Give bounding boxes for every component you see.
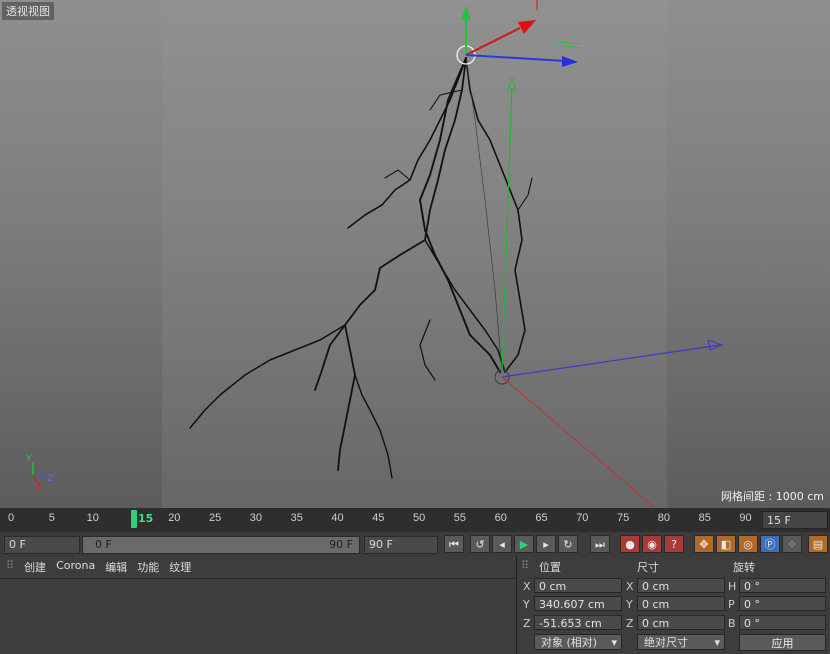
timeline-tick-label: 85 <box>698 512 711 524</box>
coordinate-mode-value: 对象 (相对) <box>541 636 598 649</box>
prev-keyframe-button[interactable]: ↺ <box>470 535 490 553</box>
rotation-p-field[interactable]: 0 ° <box>739 596 826 611</box>
playhead-marker[interactable] <box>131 510 137 528</box>
rotate-key-icon[interactable]: ◎ <box>738 535 758 553</box>
position-y-field[interactable]: 340.607 cm <box>534 596 622 611</box>
timeline-tick-label: 5 <box>48 512 55 524</box>
next-frame-button[interactable]: ▸ <box>536 535 556 553</box>
chevron-down-icon: ▾ <box>714 636 720 649</box>
auto-key-icon[interactable]: ◉ <box>642 535 662 553</box>
svg-text:Y: Y <box>25 454 32 464</box>
pos-z-axis-label: Z <box>523 617 531 630</box>
current-frame-label: 15 <box>138 512 154 525</box>
timeline-tick-label: 10 <box>86 512 99 524</box>
timeline-tick-label: 30 <box>249 512 263 524</box>
timeline-tick-label: 60 <box>494 512 507 524</box>
object-menu-item[interactable]: 创建 <box>24 559 46 575</box>
point-level-icon[interactable]: ⁘ <box>782 535 802 553</box>
current-frame-field[interactable]: 15 F <box>762 511 828 529</box>
rot-h-axis-label: H <box>728 580 737 593</box>
timeline-tick-label: 35 <box>290 512 303 524</box>
pos-x-axis-label: X <box>523 580 531 593</box>
object-menu-item[interactable]: 纹理 <box>169 559 191 575</box>
object-menu-item[interactable]: 编辑 <box>105 559 127 575</box>
size-z-axis-label: Z <box>626 617 634 630</box>
size-z-field[interactable]: 0 cm <box>637 615 725 630</box>
svg-text:Z: Z <box>47 474 53 484</box>
range-end-label: 90 F <box>329 538 353 551</box>
object-menu-bar: ⠿ 创建 Corona 编辑 功能 纹理 <box>0 556 516 579</box>
panel-grip-icon[interactable]: ⠿ <box>6 559 14 575</box>
preview-range-slider[interactable]: 0 F 90 F <box>82 536 360 554</box>
timeline-tick-label: 0 <box>8 512 15 524</box>
timeline-tick-label: 20 <box>168 512 181 524</box>
size-mode-dropdown[interactable]: 绝对尺寸 ▾ <box>637 634 725 650</box>
svg-text:X: X <box>36 485 42 495</box>
param-key-icon[interactable]: Ⓟ <box>760 535 780 553</box>
chevron-down-icon: ▾ <box>611 636 617 649</box>
rot-b-axis-label: B <box>728 617 736 630</box>
rotation-b-field[interactable]: 0 ° <box>739 615 826 630</box>
film-strip-icon[interactable]: ▤ <box>808 535 828 553</box>
rotation-h-field[interactable]: 0 ° <box>739 578 826 593</box>
viewport-title[interactable]: 透视视图 <box>2 2 54 20</box>
timeline-tick-label: 70 <box>576 512 589 524</box>
world-axis-indicator: Y Z X <box>25 454 53 495</box>
object-manager: ⠿ 创建 Corona 编辑 功能 纹理 <box>0 556 517 654</box>
coordinate-mode-dropdown[interactable]: 对象 (相对) ▾ <box>534 634 622 650</box>
apply-button[interactable]: 应用 <box>739 634 826 651</box>
position-z-field[interactable]: -51.653 cm <box>534 615 622 630</box>
end-frame-field[interactable]: 90 F <box>364 536 438 554</box>
timeline-tick-label: 90 <box>739 512 752 524</box>
range-start-label: 0 F <box>95 538 112 551</box>
timeline-tick-label: 65 <box>535 512 548 524</box>
pos-y-axis-label: Y <box>523 598 530 611</box>
size-x-axis-label: X <box>626 580 634 593</box>
scene-canvas: Y Z X <box>25 0 724 508</box>
scale-key-icon[interactable]: ◧ <box>716 535 736 553</box>
record-keyframe-icon[interactable]: ● <box>620 535 640 553</box>
move-key-icon[interactable]: ✥ <box>694 535 714 553</box>
size-y-axis-label: Y <box>626 598 633 611</box>
timeline-tick-label: 40 <box>331 512 344 524</box>
prev-frame-button[interactable]: ◂ <box>492 535 512 553</box>
start-frame-field[interactable]: 0 F <box>4 536 80 554</box>
object-menu-item[interactable]: 功能 <box>137 559 159 575</box>
size-x-field[interactable]: 0 cm <box>637 578 725 593</box>
timeline-tick-label: 25 <box>209 512 222 524</box>
position-header: 位置 <box>539 561 561 574</box>
timeline-tick-label: 50 <box>413 512 426 524</box>
timeline-tick-label: 80 <box>657 512 671 524</box>
object-menu-item[interactable]: Corona <box>56 559 95 575</box>
rot-p-axis-label: P <box>728 598 735 611</box>
go-to-end-button[interactable]: ⏭ <box>590 535 610 553</box>
size-mode-value: 绝对尺寸 <box>644 636 688 649</box>
go-to-start-button[interactable]: ⏮ <box>444 535 464 553</box>
perspective-viewport[interactable]: Y Z X 透视视图 网格间距 : 1000 cm <box>0 0 830 508</box>
grid-spacing-label: 网格间距 : 1000 cm <box>721 490 824 503</box>
coordinate-manager: ⠿ 位置 尺寸 旋转 X Y Z 0 cm 340.607 cm -51.653… <box>517 556 830 654</box>
position-x-field[interactable]: 0 cm <box>534 578 622 593</box>
timeline-ruler[interactable]: 0 5 10 15 20 25 30 35 40 45 50 55 60 65 70 75 80 85 90 15 … <box>0 508 830 532</box>
size-header: 尺寸 <box>637 561 659 574</box>
panel-grip-icon[interactable]: ⠿ <box>521 559 529 572</box>
play-button[interactable]: ▶ <box>514 535 534 553</box>
transport-bar: 0 F 0 F 90 F 90 F ⏮ ↺ ◂ ▶ ▸ ↻ ⏭ ● ◉ ? ✥ … <box>0 532 830 557</box>
timeline-tick-label: 55 <box>453 512 467 524</box>
rotation-header: 旋转 <box>733 561 755 574</box>
keyframe-selection-icon[interactable]: ? <box>664 535 684 553</box>
size-y-field[interactable]: 0 cm <box>637 596 725 611</box>
timeline-tick-label: 45 <box>372 512 385 524</box>
timeline-tick-label: 75 <box>617 512 630 524</box>
next-keyframe-button[interactable]: ↻ <box>558 535 578 553</box>
